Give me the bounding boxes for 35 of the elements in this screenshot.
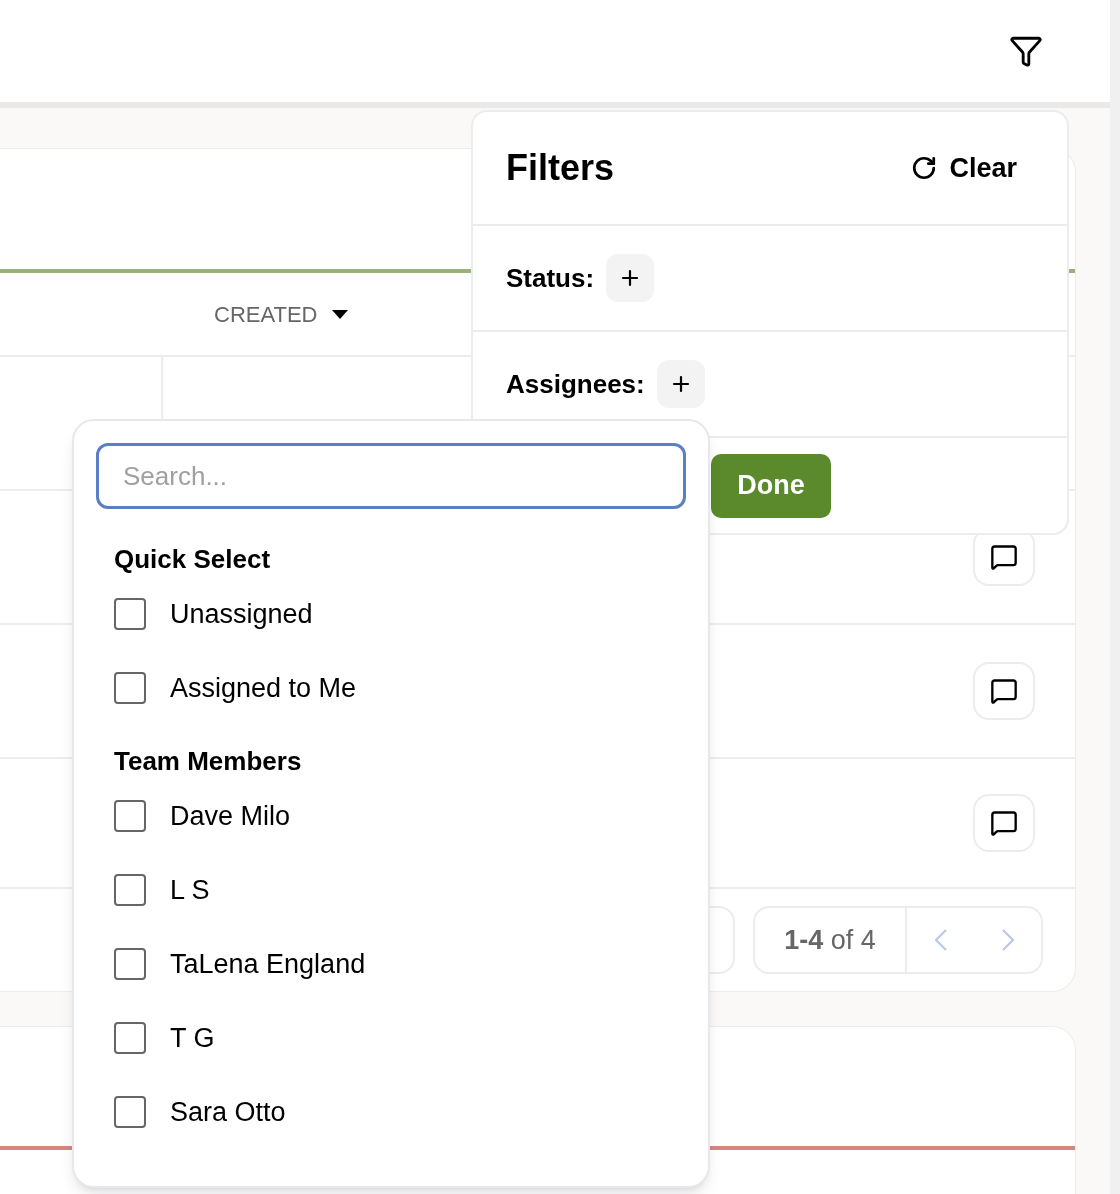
section-heading: Quick Select — [114, 542, 271, 576]
assignee-option[interactable]: T G — [96, 1001, 686, 1075]
assignee-option[interactable]: Dave Milo — [96, 779, 686, 853]
panel-title: Filters — [506, 146, 615, 190]
section-heading: Team Members — [114, 744, 302, 778]
checkbox[interactable] — [114, 598, 146, 630]
checkbox[interactable] — [114, 948, 146, 980]
reset-icon — [911, 155, 938, 181]
comment-button[interactable] — [973, 794, 1035, 852]
comment-icon — [990, 677, 1018, 705]
add-filter-button[interactable] — [606, 254, 655, 302]
checkbox[interactable] — [114, 874, 146, 906]
column-header[interactable]: CREATED — [214, 297, 348, 331]
search-field[interactable]: Search... — [96, 443, 686, 509]
page-range: 1-4 of 4 — [784, 923, 876, 957]
filter-icon — [1009, 34, 1043, 68]
assignee-option[interactable]: Sara Otto — [96, 1075, 686, 1149]
assignee-option[interactable]: Unassigned — [96, 577, 686, 651]
clear-button[interactable]: Clear — [911, 147, 1017, 189]
filter-label: Assignees: — [506, 367, 645, 401]
comment-icon — [990, 543, 1018, 571]
checkbox[interactable] — [114, 1096, 146, 1128]
done-button[interactable]: Done — [711, 453, 831, 518]
assignee-option[interactable]: L S — [96, 853, 686, 927]
checkbox[interactable] — [114, 800, 146, 832]
filter-label: Status: — [506, 261, 595, 295]
checkbox[interactable] — [114, 672, 146, 704]
checkbox[interactable] — [114, 1022, 146, 1054]
assignee-option[interactable]: Assigned to Me — [96, 651, 686, 725]
add-filter-button[interactable] — [656, 360, 705, 408]
chevron-left-icon — [934, 929, 947, 951]
assignee-option[interactable]: TaLena England — [96, 927, 686, 1001]
chevron-right-icon — [1001, 929, 1014, 951]
comment-icon — [990, 809, 1018, 837]
comment-button[interactable] — [973, 662, 1035, 720]
